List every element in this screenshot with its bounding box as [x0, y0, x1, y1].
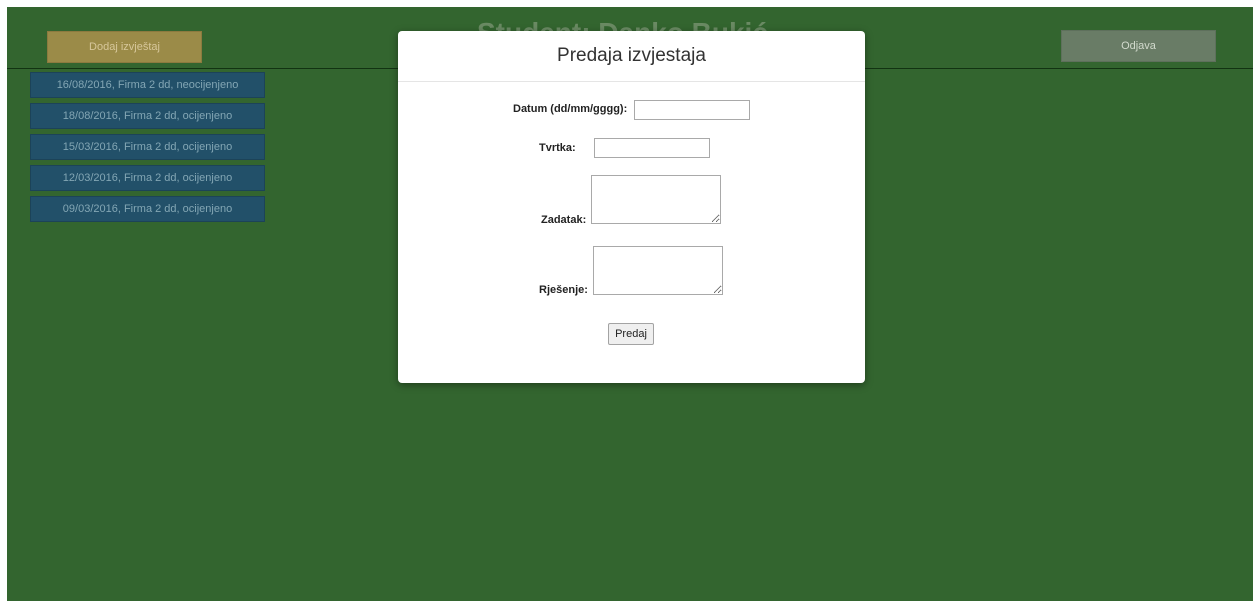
- report-list-item[interactable]: 18/08/2016, Firma 2 dd, ocijenjeno: [30, 103, 265, 129]
- date-label: Datum (dd/mm/gggg):: [513, 103, 628, 115]
- report-list-item[interactable]: 09/03/2016, Firma 2 dd, ocijenjeno: [30, 196, 265, 222]
- task-label: Zadatak:: [541, 214, 587, 226]
- report-list-item[interactable]: 16/08/2016, Firma 2 dd, neocijenjeno: [30, 72, 265, 98]
- report-list-item[interactable]: 15/03/2016, Firma 2 dd, ocijenjeno: [30, 134, 265, 160]
- task-textarea[interactable]: [591, 175, 721, 224]
- company-label: Tvrtka:: [539, 142, 576, 154]
- logout-button[interactable]: Odjava: [1061, 30, 1216, 62]
- submit-button[interactable]: Predaj: [608, 323, 654, 345]
- date-input[interactable]: [634, 100, 750, 120]
- modal-title: Predaja izvjestaja: [398, 31, 865, 82]
- app-background: Dodaj izvještaj Student: Danko Bukić Odj…: [7, 7, 1253, 601]
- company-input[interactable]: [594, 138, 710, 158]
- solution-label: Rješenje:: [539, 284, 588, 296]
- report-list: 16/08/2016, Firma 2 dd, neocijenjeno 18/…: [30, 72, 265, 227]
- submit-report-modal: Predaja izvjestaja Datum (dd/mm/gggg): T…: [398, 31, 865, 383]
- add-report-button[interactable]: Dodaj izvještaj: [47, 31, 202, 63]
- solution-textarea[interactable]: [593, 246, 723, 295]
- report-list-item[interactable]: 12/03/2016, Firma 2 dd, ocijenjeno: [30, 165, 265, 191]
